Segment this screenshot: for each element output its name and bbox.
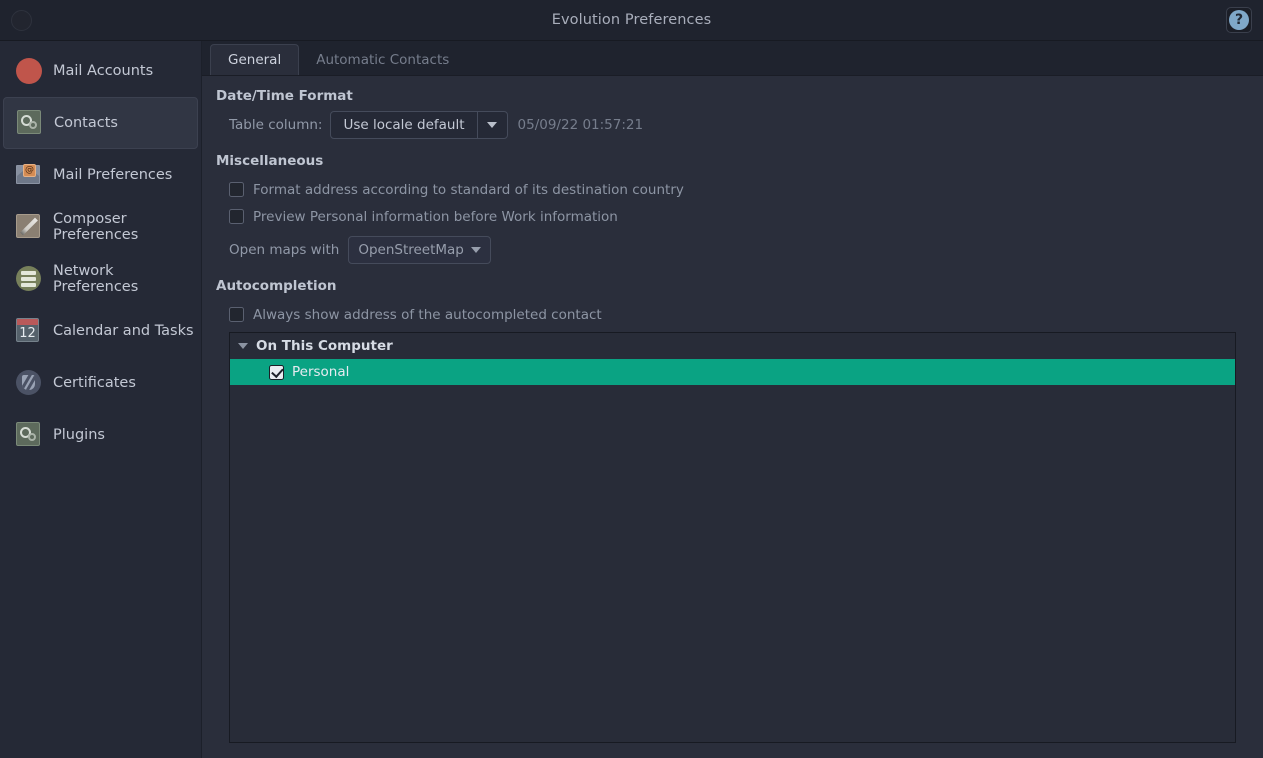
table-column-row: Table column: Use locale default 05/09/2… bbox=[229, 111, 1249, 139]
sidebar-item-label: Mail Preferences bbox=[53, 167, 173, 183]
format-address-row[interactable]: Format address according to standard of … bbox=[229, 176, 1249, 203]
format-address-label: Format address according to standard of … bbox=[253, 181, 684, 198]
network-server-icon bbox=[16, 266, 42, 292]
mail-envelope-icon: @ bbox=[16, 162, 42, 188]
tree-item-label: Personal bbox=[292, 364, 350, 380]
sidebar-item-label: Composer Preferences bbox=[53, 211, 139, 243]
sidebar: Mail Accounts Contacts @ Mail Preference… bbox=[0, 41, 202, 758]
page-title: Evolution Preferences bbox=[551, 12, 712, 28]
chevron-down-icon[interactable] bbox=[238, 343, 248, 349]
preferences-window: Evolution Preferences ? Mail Accounts Co… bbox=[0, 0, 1263, 758]
tree-item-checkbox[interactable] bbox=[269, 364, 284, 380]
mail-accounts-icon bbox=[16, 58, 42, 84]
certificate-shield-icon bbox=[16, 370, 42, 396]
open-maps-label: Open maps with bbox=[229, 242, 340, 258]
general-pane: Date/Time Format Table column: Use local… bbox=[202, 76, 1263, 758]
tab-automatic-contacts[interactable]: Automatic Contacts bbox=[299, 44, 466, 75]
tree-group-label: On This Computer bbox=[256, 338, 393, 354]
sidebar-item-contacts[interactable]: Contacts bbox=[3, 97, 198, 149]
preview-personal-checkbox[interactable] bbox=[229, 209, 244, 224]
tree-group-on-this-computer[interactable]: On This Computer bbox=[230, 333, 1235, 359]
sidebar-item-mail-accounts[interactable]: Mail Accounts bbox=[3, 45, 198, 97]
chevron-down-icon[interactable] bbox=[476, 112, 507, 138]
titlebar: Evolution Preferences ? bbox=[0, 0, 1263, 41]
contacts-gears-icon bbox=[17, 110, 43, 136]
preview-personal-label: Preview Personal information before Work… bbox=[253, 208, 618, 225]
help-question-icon: ? bbox=[1229, 10, 1249, 30]
sidebar-item-label: Network Preferences bbox=[53, 263, 139, 295]
format-address-checkbox[interactable] bbox=[229, 182, 244, 197]
sidebar-item-composer-preferences[interactable]: Composer Preferences bbox=[3, 201, 198, 253]
open-maps-row: Open maps with OpenStreetMap bbox=[229, 236, 1249, 264]
always-show-address-checkbox[interactable] bbox=[229, 307, 244, 322]
open-maps-dropdown[interactable]: OpenStreetMap bbox=[348, 236, 491, 264]
sidebar-item-label: Plugins bbox=[53, 427, 105, 443]
address-book-tree[interactable]: On This Computer Personal bbox=[229, 332, 1236, 743]
content-area: General Automatic Contacts Date/Time For… bbox=[202, 41, 1263, 758]
open-maps-value: OpenStreetMap bbox=[358, 242, 464, 258]
table-column-label: Table column: bbox=[229, 117, 323, 133]
always-show-address-row[interactable]: Always show address of the autocompleted… bbox=[229, 301, 1249, 328]
sidebar-item-label: Contacts bbox=[54, 115, 118, 131]
datetime-section-title: Date/Time Format bbox=[216, 88, 353, 104]
sidebar-item-label: Certificates bbox=[53, 375, 136, 391]
sidebar-item-mail-preferences[interactable]: @ Mail Preferences bbox=[3, 149, 198, 201]
date-format-value: Use locale default bbox=[343, 117, 465, 133]
plugins-gears-icon bbox=[16, 422, 42, 448]
close-icon[interactable] bbox=[11, 9, 32, 31]
preview-personal-row[interactable]: Preview Personal information before Work… bbox=[229, 203, 1249, 230]
chevron-down-icon bbox=[470, 247, 481, 253]
composer-pencil-icon bbox=[16, 214, 42, 240]
sidebar-item-plugins[interactable]: Plugins bbox=[3, 409, 198, 461]
tab-general[interactable]: General bbox=[210, 44, 300, 75]
date-format-sample: 05/09/22 01:57:21 bbox=[517, 117, 644, 133]
sidebar-item-label: Mail Accounts bbox=[53, 63, 154, 79]
always-show-address-label: Always show address of the autocompleted… bbox=[253, 306, 602, 323]
sidebar-item-calendar-and-tasks[interactable]: 12 Calendar and Tasks bbox=[3, 305, 198, 357]
sidebar-item-certificates[interactable]: Certificates bbox=[3, 357, 198, 409]
tab-bar: General Automatic Contacts bbox=[202, 41, 1263, 76]
window-body: Mail Accounts Contacts @ Mail Preference… bbox=[0, 41, 1263, 758]
miscellaneous-section-title: Miscellaneous bbox=[216, 153, 324, 169]
tree-item-personal[interactable]: Personal bbox=[230, 359, 1235, 385]
help-button[interactable]: ? bbox=[1226, 7, 1252, 33]
date-format-dropdown[interactable]: Use locale default bbox=[330, 111, 508, 139]
autocompletion-section-title: Autocompletion bbox=[216, 278, 337, 294]
sidebar-item-label: Calendar and Tasks bbox=[53, 323, 194, 339]
calendar-icon: 12 bbox=[16, 318, 42, 344]
sidebar-item-network-preferences[interactable]: Network Preferences bbox=[3, 253, 198, 305]
